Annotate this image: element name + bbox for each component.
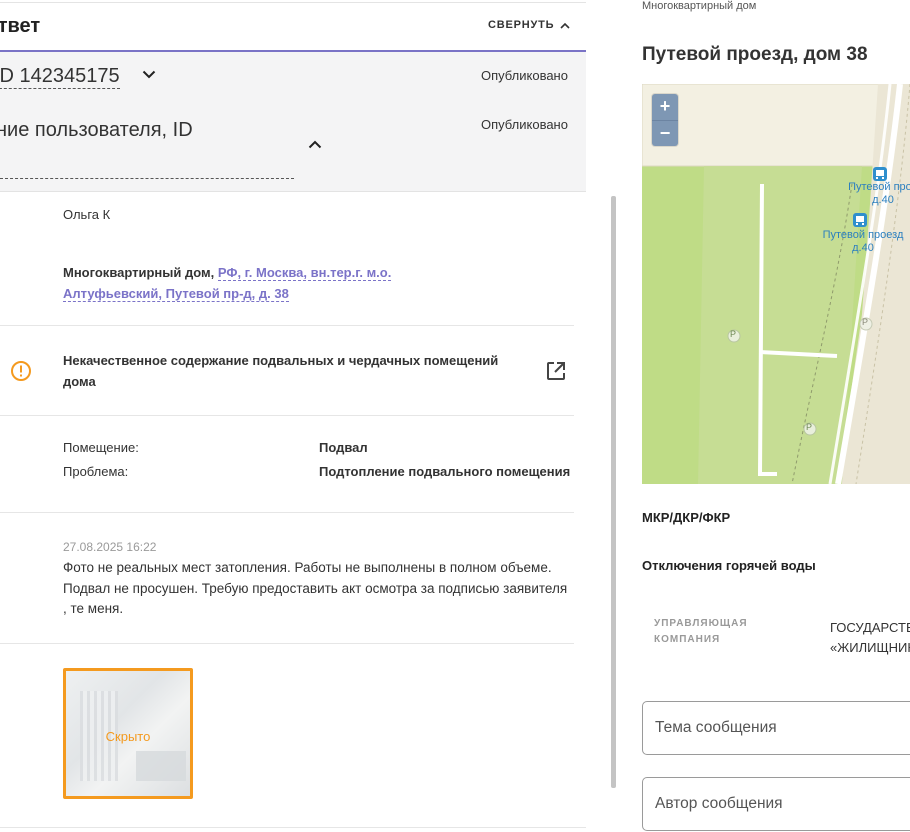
hot-water-link[interactable]: Отключения горячей воды xyxy=(642,558,816,573)
answer-panel: ответ СВЕРНУТЬ ID 142345175 Опубликовано… xyxy=(0,0,620,832)
subject-field xyxy=(642,701,910,755)
top-divider xyxy=(0,2,586,3)
answer-section-title: ответ xyxy=(0,15,41,37)
zoom-in-button[interactable]: + xyxy=(652,94,678,121)
chevron-up-icon[interactable] xyxy=(308,140,322,149)
bus-stop-icon[interactable] xyxy=(852,212,868,228)
management-company-caption: УПРАВЛЯЮЩАЯ КОМПАНИЯ xyxy=(654,618,748,645)
divider xyxy=(0,827,586,828)
divider xyxy=(0,512,574,513)
user-message-title: ние пользователя, ID xyxy=(0,119,193,141)
user-title-underline xyxy=(0,178,294,179)
author-input[interactable] xyxy=(655,778,910,830)
external-link-icon[interactable] xyxy=(545,360,567,382)
bus-stop-label: Путевой проезд д.40 xyxy=(822,229,904,254)
parking-icon: P xyxy=(806,422,813,432)
room-label: Помещение: xyxy=(63,440,139,455)
program-link[interactable]: МКР/ДКР/ФКР xyxy=(642,510,730,525)
status-badge: Опубликовано xyxy=(481,68,568,83)
author-field xyxy=(642,777,910,831)
issue-title: Некачественное содержание подвальных и ч… xyxy=(63,353,499,389)
address-link-line2[interactable]: Алтуфьевский, Путевой пр-д, д. 38 xyxy=(63,286,289,302)
zoom-out-button[interactable]: − xyxy=(652,121,678,147)
divider xyxy=(0,643,574,644)
author-name: Ольга К xyxy=(63,207,111,222)
building-type-text: Многоквартирный дом, xyxy=(63,265,218,280)
address-link[interactable]: РФ, г. Москва, вн.тер.г. м.о. xyxy=(217,265,392,281)
photo-blur-detail xyxy=(136,751,186,781)
warning-icon xyxy=(11,361,31,381)
answer-id-toggle[interactable]: ID 142345175 xyxy=(0,64,120,89)
building-address-title: Путевой проезд, дом 38 xyxy=(642,44,868,65)
management-company-name: ГОСУДАРСТВЕ «ЖИЛИЩНИК xyxy=(830,620,910,655)
collapse-button[interactable]: СВЕРНУТЬ xyxy=(488,19,570,31)
status-badge: Опубликовано xyxy=(481,117,568,132)
building-type-label: Многоквартирный дом xyxy=(642,0,757,12)
problem-label: Проблема: xyxy=(63,464,129,479)
building-panel: Многоквартирный дом Путевой проезд, дом … xyxy=(620,0,910,832)
parking-icon: P xyxy=(730,329,737,339)
bus-stop-label: Путевой проед.40 xyxy=(848,181,910,206)
map-view[interactable]: Путевой проед.40 Путевой проездд.40 P P … xyxy=(642,84,910,484)
hidden-photo-label: Скрыто xyxy=(105,729,151,744)
parking-icon: P xyxy=(862,317,869,327)
building-address: Многоквартирный дом, РФ, г. Москва, вн.т… xyxy=(63,262,423,304)
problem-value: Подтопление подвального помещения xyxy=(319,464,571,479)
divider xyxy=(0,415,574,416)
collapse-label: СВЕРНУТЬ xyxy=(488,19,555,31)
subject-input[interactable] xyxy=(655,702,910,754)
chevron-up-icon xyxy=(560,22,570,29)
scrollbar-thumb[interactable] xyxy=(611,196,616,788)
photo-thumbnail[interactable]: Скрыто xyxy=(63,668,193,799)
map-canvas xyxy=(642,84,910,484)
zoom-control: + − xyxy=(652,94,678,146)
chevron-down-icon[interactable] xyxy=(142,70,156,79)
comment-date: 27.08.2025 16:22 xyxy=(63,540,157,554)
bus-stop-icon[interactable] xyxy=(872,166,888,182)
comment-text: Фото не реальных мест затопления. Работы… xyxy=(63,560,568,616)
room-value: Подвал xyxy=(319,440,368,455)
divider xyxy=(0,325,574,326)
